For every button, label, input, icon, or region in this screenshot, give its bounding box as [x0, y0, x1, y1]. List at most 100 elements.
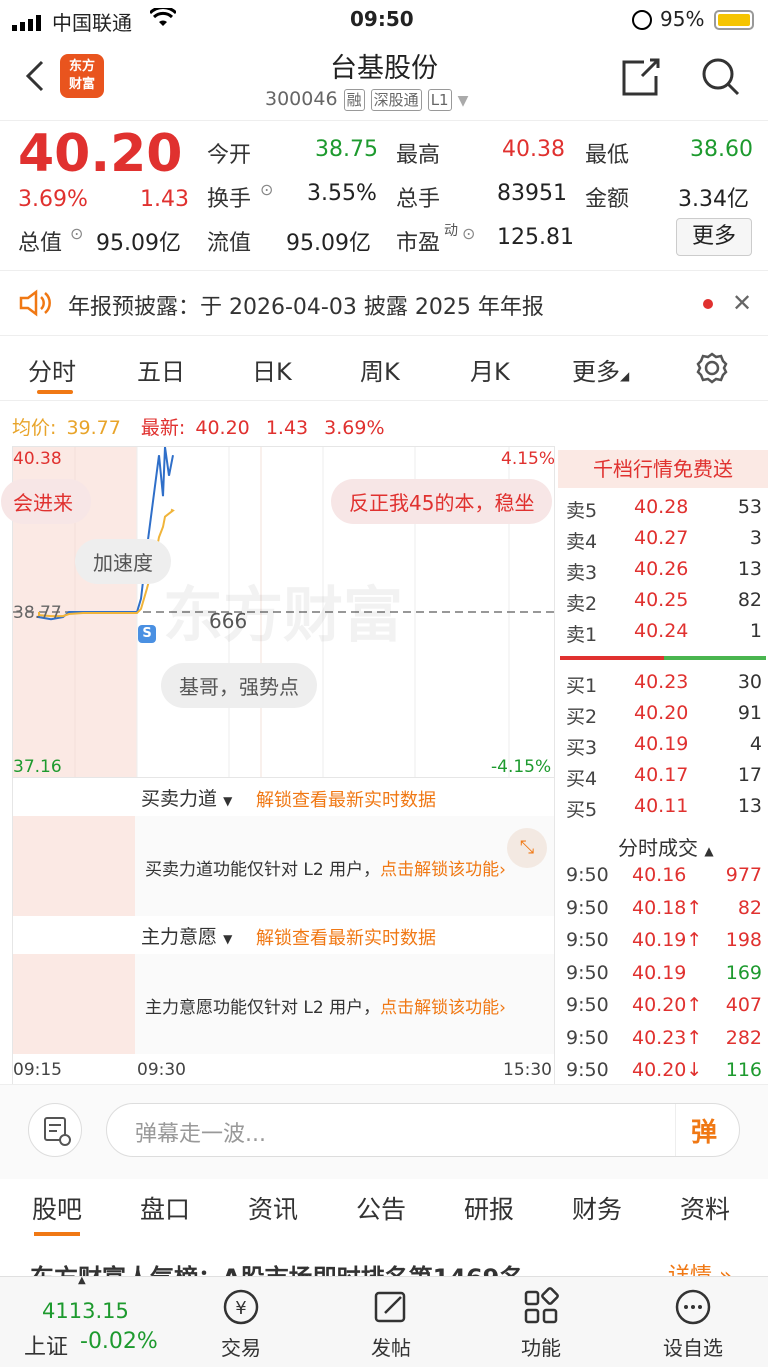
expand-icon[interactable]: ⤡ [507, 828, 547, 868]
unlock-link[interactable]: 解锁查看最新实时数据 [256, 786, 436, 812]
index-value: 4113.15 [42, 1299, 129, 1323]
nav-trade[interactable]: ¥ 交易 [196, 1287, 286, 1361]
tab-research[interactable]: 研报 [464, 1190, 514, 1226]
level-price: 40.28 [634, 496, 689, 518]
unlock-function-link[interactable]: 点击解锁该功能 [380, 860, 499, 880]
level-label: 买1 [566, 675, 598, 697]
level-price: 40.11 [634, 795, 689, 817]
tab-guba[interactable]: 股吧 [32, 1190, 82, 1226]
danmu-bubble: 666 [209, 609, 248, 633]
unlock-function-link[interactable]: 点击解锁该功能 [380, 998, 499, 1018]
trade-price: 40.20↑ [632, 994, 703, 1016]
tab-intraday[interactable]: 分时 [28, 352, 76, 387]
status-bar: 中国联通 09:50 95% [0, 0, 768, 40]
search-icon[interactable] [700, 56, 742, 102]
danmu-settings-icon[interactable] [28, 1103, 82, 1157]
danmu-input[interactable]: 弹幕走一波... 弹 [106, 1103, 740, 1157]
indicator-select[interactable]: 主力意愿 ▼ [141, 922, 232, 949]
level-label: 买4 [566, 768, 598, 790]
bid-level[interactable]: 买2 40.20 91 [566, 702, 762, 733]
float-label: 流值 [207, 231, 252, 256]
tab-announcements[interactable]: 公告 [356, 1190, 406, 1226]
info-icon[interactable]: ⊙ [70, 224, 83, 243]
index-widget[interactable]: ▲ 4113.15 上证 -0.02% [0, 1275, 166, 1367]
dropdown-icon[interactable]: ▼ [458, 93, 469, 109]
tab-financials[interactable]: 财务 [572, 1190, 622, 1226]
level-volume: 17 [737, 764, 762, 786]
danmu-bubble: 加速度 [75, 539, 171, 584]
level-volume: 91 [737, 702, 762, 724]
rank-detail-link[interactable]: 详情 » [668, 1258, 732, 1276]
level-volume: 82 [737, 589, 762, 611]
close-icon[interactable]: ✕ [732, 289, 752, 317]
orientation-lock-icon [632, 10, 652, 30]
bid-level[interactable]: 买3 40.19 4 [566, 733, 762, 764]
info-icon[interactable]: ⊙ [462, 224, 475, 243]
tab-more[interactable]: 更多◢ [572, 352, 629, 387]
bid-level[interactable]: 买5 40.11 13 [566, 795, 762, 826]
unlock-link[interactable]: 解锁查看最新实时数据 [256, 924, 436, 950]
tab-pankou[interactable]: 盘口 [140, 1190, 190, 1226]
bid-level[interactable]: 买4 40.17 17 [566, 764, 762, 795]
high-value: 40.38 [502, 137, 565, 162]
signal-marker[interactable]: S [138, 625, 156, 643]
indicator-panel: 买卖力道功能仅针对 L2 用户，点击解锁该功能› ⤡ [13, 816, 554, 916]
indicator-select[interactable]: 买卖力道 ▼ [141, 784, 232, 811]
float-value: 95.09亿 [286, 231, 371, 256]
bid-level[interactable]: 买1 40.23 30 [566, 671, 762, 702]
danmu-placeholder: 弹幕走一波... [135, 1122, 266, 1147]
ask-level[interactable]: 卖5 40.28 53 [566, 496, 762, 527]
signal-icon [12, 12, 46, 31]
ask-level[interactable]: 卖1 40.24 1 [566, 620, 762, 651]
index-change: -0.02% [80, 1329, 158, 1354]
trade-price: 40.19 [632, 961, 687, 984]
level-price: 40.20 [634, 702, 689, 724]
lock-message: 买卖力道功能仅针对 L2 用户，点击解锁该功能› [145, 860, 506, 880]
notice-bar[interactable]: 年报预披露：于 2026-04-03 披露 2025 年年报 ✕ [0, 270, 768, 336]
orderbook-banner[interactable]: 千档行情免费送 [558, 450, 768, 488]
share-icon[interactable] [620, 56, 662, 102]
ask-level[interactable]: 卖4 40.27 3 [566, 527, 762, 558]
last-change: 1.43 [265, 417, 309, 439]
tab-profile[interactable]: 资料 [680, 1190, 730, 1226]
x-mid-label: 09:30 [137, 1060, 186, 1080]
rank-ticker[interactable]: 东方财富人气榜：A股市场即时排名第1469名 详情 » [0, 1244, 768, 1276]
ask-level[interactable]: 卖3 40.26 13 [566, 558, 762, 589]
tag-margin: 融 [343, 89, 365, 111]
level-price: 40.19 [634, 733, 689, 755]
tab-five-day[interactable]: 五日 [137, 352, 185, 387]
nav-functions[interactable]: 功能 [496, 1287, 586, 1361]
battery-percent: 95% [660, 7, 705, 31]
tab-monthly-k[interactable]: 月K [470, 352, 510, 387]
change-percent: 3.69% [18, 187, 88, 212]
level-volume: 4 [749, 733, 762, 755]
trade-price: 40.20↓ [632, 1059, 703, 1081]
trade-price: 40.23↑ [632, 1026, 703, 1049]
open-value: 38.75 [315, 137, 378, 162]
amount-label: 金额 [585, 187, 630, 212]
trade-volume: 82 [737, 896, 762, 919]
tab-daily-k[interactable]: 日K [252, 352, 292, 387]
bid-strength-bar [664, 656, 766, 660]
more-button[interactable]: 更多 [676, 218, 752, 256]
clock: 09:50 [350, 7, 414, 31]
trade-row: 9:50 40.20↓ 116 [566, 1059, 762, 1089]
danmu-send-button[interactable]: 弹 [691, 1112, 717, 1149]
price-line [38, 447, 174, 621]
level-price: 40.25 [634, 589, 689, 611]
svg-text:¥: ¥ [235, 1298, 246, 1319]
trade-price: 40.16 [632, 864, 687, 886]
nav-post[interactable]: 发帖 [346, 1287, 436, 1361]
trades-header[interactable]: 分时成交 ▲ [618, 832, 714, 861]
nav-watchlist[interactable]: 设自选 [646, 1287, 740, 1361]
settings-icon[interactable] [696, 352, 728, 388]
tab-weekly-k[interactable]: 周K [360, 352, 400, 387]
level-label: 卖4 [566, 531, 598, 553]
level-price: 40.27 [634, 527, 689, 549]
info-icon[interactable]: ⊙ [260, 180, 273, 199]
carrier: 中国联通 [52, 11, 132, 35]
tag-level: L1 [427, 89, 452, 111]
ask-level[interactable]: 卖2 40.25 82 [566, 589, 762, 620]
tab-news[interactable]: 资讯 [248, 1190, 298, 1226]
intraday-chart[interactable]: 东方财富 40.38 38.77 37.16 4.15% -4.15% 会进来 … [1, 446, 555, 778]
